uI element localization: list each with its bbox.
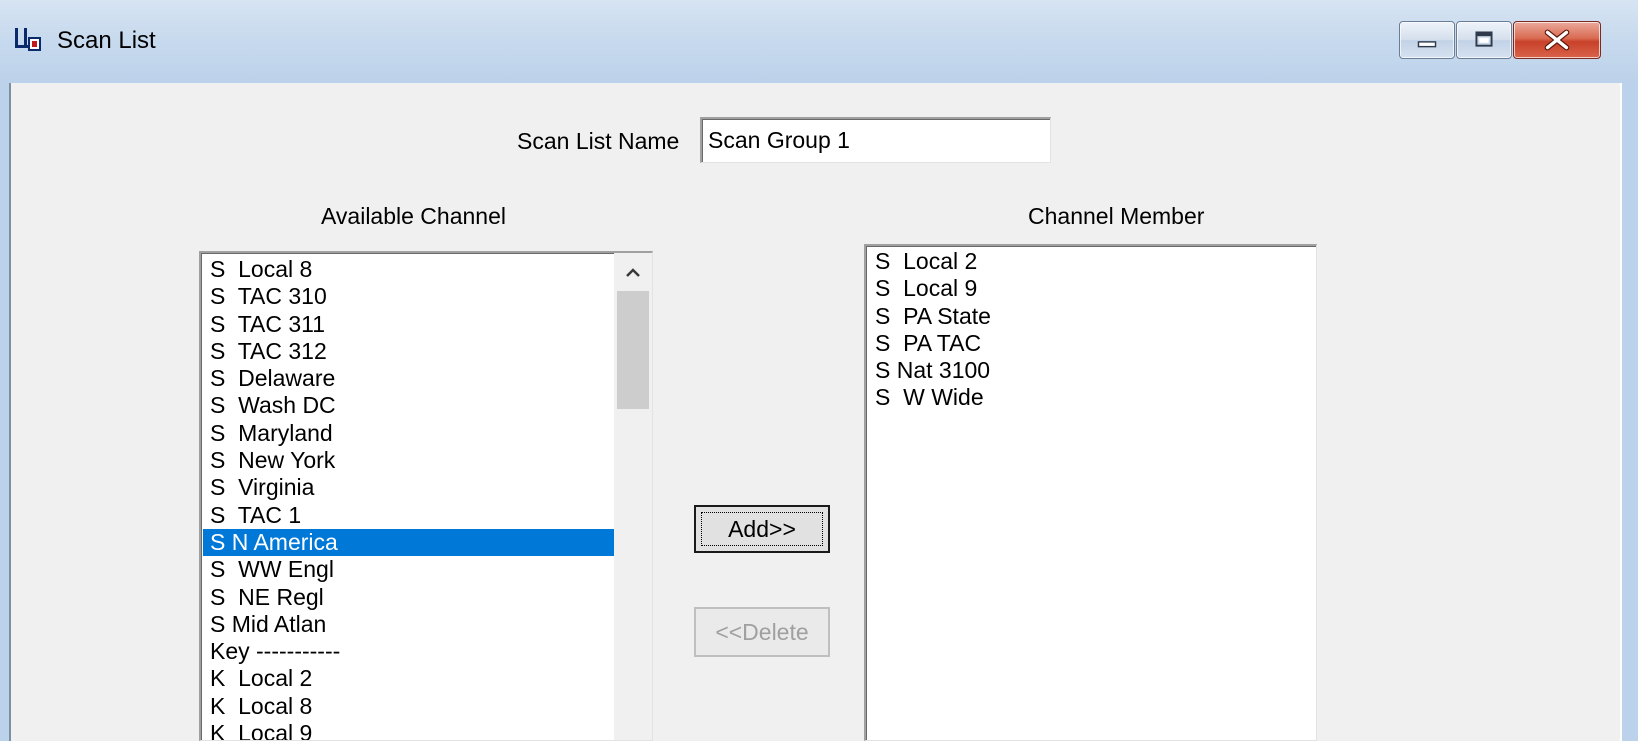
available-channel-item[interactable]: S Virginia xyxy=(203,474,614,501)
maximize-icon xyxy=(1475,31,1493,47)
available-channel-item[interactable]: S Delaware xyxy=(203,365,614,392)
available-channel-item[interactable]: K Local 8 xyxy=(203,693,614,720)
available-channel-item[interactable]: S Local 8 xyxy=(203,256,614,283)
scan-list-app-icon xyxy=(15,28,41,51)
minimize-button[interactable] xyxy=(1399,21,1455,59)
channel-member-list[interactable]: S Local 2S Local 9S PA State S PA TAC S Na… xyxy=(864,244,1317,741)
available-channel-item[interactable]: S TAC 1 xyxy=(203,502,614,529)
channel-member-item[interactable]: S Local 2 xyxy=(868,248,1308,275)
available-channel-item[interactable]: S Wash DC xyxy=(203,392,614,419)
available-channel-item[interactable]: K Local 9 xyxy=(203,720,614,740)
add-button-label: Add>> xyxy=(701,512,823,546)
available-channel-item[interactable]: Key ----------- xyxy=(203,638,614,665)
minimize-icon xyxy=(1417,41,1437,48)
available-channel-item[interactable]: S NE Regl xyxy=(203,584,614,611)
channel-member-item[interactable]: S W Wide xyxy=(868,384,1308,411)
available-channel-item[interactable]: S TAC 311 xyxy=(203,311,614,338)
channel-member-items: S Local 2S Local 9S PA State S PA TAC S Na… xyxy=(868,248,1308,412)
available-channel-item[interactable]: S N America xyxy=(203,528,614,557)
title-bar[interactable]: Scan List xyxy=(0,0,1638,83)
scan-list-name-input[interactable] xyxy=(700,117,1051,163)
channel-member-item[interactable]: S PA TAC xyxy=(868,330,1308,357)
available-channel-item[interactable]: S Maryland xyxy=(203,420,614,447)
available-channel-item[interactable]: S New York xyxy=(203,447,614,474)
available-channel-label: Available Channel xyxy=(321,203,506,229)
available-channel-item[interactable]: K Local 2 xyxy=(203,665,614,692)
window-frame-right xyxy=(1620,83,1638,741)
chevron-up-icon xyxy=(626,268,640,277)
available-channel-items: S Local 8S TAC 310 S TAC 311 S TAC 312 S De… xyxy=(203,256,614,740)
available-channel-list[interactable]: S Local 8S TAC 310 S TAC 311 S TAC 312 S De… xyxy=(199,251,653,741)
scan-list-name-label: Scan List Name xyxy=(517,128,680,154)
delete-button[interactable]: <<Delete xyxy=(694,607,830,657)
available-channel-scrollbar[interactable] xyxy=(614,253,652,740)
channel-member-item[interactable]: S Nat 3100 xyxy=(868,357,1308,384)
channel-member-item[interactable]: S PA State xyxy=(868,303,1308,330)
available-channel-item[interactable]: S WW Engl xyxy=(203,556,614,583)
add-button[interactable]: Add>> xyxy=(694,505,830,553)
scroll-thumb[interactable] xyxy=(617,291,649,409)
available-channel-item[interactable]: S TAC 312 xyxy=(203,338,614,365)
close-button[interactable] xyxy=(1513,21,1601,59)
scroll-up-button[interactable] xyxy=(614,253,652,289)
maximize-button[interactable] xyxy=(1456,21,1512,59)
available-channel-item[interactable]: S TAC 310 xyxy=(203,283,614,310)
channel-member-item[interactable]: S Local 9 xyxy=(868,275,1308,302)
channel-member-label: Channel Member xyxy=(1028,203,1205,229)
window-frame-left xyxy=(0,83,11,741)
available-channel-item[interactable]: S Mid Atlan xyxy=(203,611,614,638)
window-title: Scan List xyxy=(57,27,156,54)
close-icon xyxy=(1544,29,1570,51)
